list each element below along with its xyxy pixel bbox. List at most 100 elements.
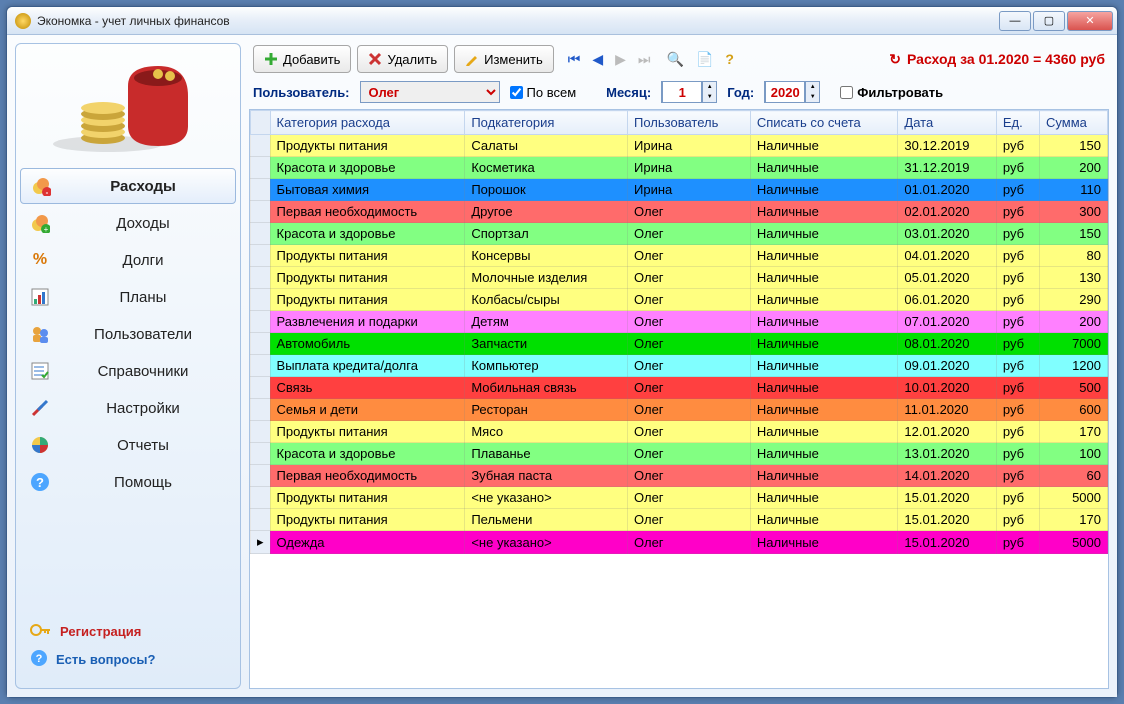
column-header[interactable]: Ед. xyxy=(996,111,1039,135)
cell[interactable]: руб xyxy=(996,179,1039,201)
cell[interactable]: 30.12.2019 xyxy=(898,135,997,157)
cell[interactable]: 10.01.2020 xyxy=(898,377,997,399)
filter-checkbox-input[interactable] xyxy=(840,86,853,99)
cell[interactable]: Наличные xyxy=(750,245,898,267)
cell[interactable]: Колбасы/сыры xyxy=(465,289,628,311)
cell[interactable]: Ресторан xyxy=(465,399,628,421)
filter-checkbox[interactable]: Фильтровать xyxy=(840,85,943,100)
cell[interactable]: Олег xyxy=(628,487,751,509)
year-spinner[interactable]: ▲▼ xyxy=(764,81,820,103)
cell[interactable]: Наличные xyxy=(750,355,898,377)
cell[interactable]: Олег xyxy=(628,311,751,333)
nav-income[interactable]: + Доходы xyxy=(20,205,236,241)
cell[interactable]: Детям xyxy=(465,311,628,333)
cell[interactable]: руб xyxy=(996,267,1039,289)
cell[interactable]: 5000 xyxy=(1040,531,1108,554)
cell[interactable]: Наличные xyxy=(750,223,898,245)
cell[interactable]: руб xyxy=(996,157,1039,179)
titlebar[interactable]: Экономка - учет личных финансов — ▢ ✕ xyxy=(7,7,1117,35)
cell[interactable]: 31.12.2019 xyxy=(898,157,997,179)
cell[interactable]: Пельмени xyxy=(465,509,628,531)
cell[interactable]: Другое xyxy=(465,201,628,223)
cell[interactable]: 13.01.2020 xyxy=(898,443,997,465)
minimize-button[interactable]: — xyxy=(999,11,1031,31)
column-header[interactable]: Сумма xyxy=(1040,111,1108,135)
cell[interactable]: Наличные xyxy=(750,157,898,179)
cell[interactable]: Олег xyxy=(628,509,751,531)
cell[interactable]: 14.01.2020 xyxy=(898,465,997,487)
add-button[interactable]: Добавить xyxy=(253,45,351,73)
cell[interactable]: Олег xyxy=(628,421,751,443)
cell[interactable]: Олег xyxy=(628,223,751,245)
cell[interactable]: Компьютер xyxy=(465,355,628,377)
cell[interactable]: руб xyxy=(996,135,1039,157)
last-record-button[interactable]: ⏭ xyxy=(638,51,651,68)
cell[interactable]: 7000 xyxy=(1040,333,1108,355)
cell[interactable]: Олег xyxy=(628,443,751,465)
month-down[interactable]: ▼ xyxy=(702,92,716,102)
cell[interactable]: Олег xyxy=(628,531,751,554)
table-row[interactable]: Первая необходимостьДругоеОлегНаличные02… xyxy=(251,201,1108,223)
cell[interactable]: <не указано> xyxy=(465,487,628,509)
cell[interactable]: Продукты питания xyxy=(270,245,465,267)
cell[interactable]: руб xyxy=(996,443,1039,465)
cell[interactable]: руб xyxy=(996,355,1039,377)
cell[interactable]: 01.01.2020 xyxy=(898,179,997,201)
cell[interactable]: Развлечения и подарки xyxy=(270,311,465,333)
next-record-button[interactable]: ▶ xyxy=(615,51,626,68)
cell[interactable]: Олег xyxy=(628,377,751,399)
table-row[interactable]: Продукты питания<не указано>ОлегНаличные… xyxy=(251,487,1108,509)
refresh-icon[interactable]: ↻ xyxy=(889,51,901,68)
cell[interactable]: Мясо xyxy=(465,421,628,443)
cell[interactable]: Наличные xyxy=(750,201,898,223)
cell[interactable]: Красота и здоровье xyxy=(270,443,465,465)
cell[interactable]: 05.01.2020 xyxy=(898,267,997,289)
column-header[interactable]: Списать со счета xyxy=(750,111,898,135)
cell[interactable]: Наличные xyxy=(750,399,898,421)
cell[interactable]: Автомобиль xyxy=(270,333,465,355)
nav-debts[interactable]: % Долги xyxy=(20,242,236,278)
cell[interactable]: 500 xyxy=(1040,377,1108,399)
grid-container[interactable]: Категория расходаПодкатегорияПользовател… xyxy=(249,109,1109,689)
cell[interactable]: Спортзал xyxy=(465,223,628,245)
nav-references[interactable]: Справочники xyxy=(20,353,236,389)
cell[interactable]: руб xyxy=(996,223,1039,245)
cell[interactable]: 08.01.2020 xyxy=(898,333,997,355)
all-checkbox-input[interactable] xyxy=(510,86,523,99)
cell[interactable]: Продукты питания xyxy=(270,421,465,443)
cell[interactable]: Красота и здоровье xyxy=(270,157,465,179)
cell[interactable]: Молочные изделия xyxy=(465,267,628,289)
cell[interactable]: 03.01.2020 xyxy=(898,223,997,245)
nav-users[interactable]: Пользователи xyxy=(20,316,236,352)
cell[interactable]: руб xyxy=(996,509,1039,531)
cell[interactable]: 290 xyxy=(1040,289,1108,311)
table-row[interactable]: Продукты питанияКолбасы/сырыОлегНаличные… xyxy=(251,289,1108,311)
cell[interactable]: 07.01.2020 xyxy=(898,311,997,333)
cell[interactable]: Наличные xyxy=(750,377,898,399)
cell[interactable]: руб xyxy=(996,465,1039,487)
cell[interactable]: Наличные xyxy=(750,289,898,311)
cell[interactable]: Ирина xyxy=(628,179,751,201)
cell[interactable]: 15.01.2020 xyxy=(898,531,997,554)
cell[interactable]: 200 xyxy=(1040,157,1108,179)
cell[interactable]: руб xyxy=(996,311,1039,333)
table-row[interactable]: Бытовая химияПорошокИринаНаличные01.01.2… xyxy=(251,179,1108,201)
cell[interactable]: Косметика xyxy=(465,157,628,179)
table-row[interactable]: Красота и здоровьеСпортзалОлегНаличные03… xyxy=(251,223,1108,245)
cell[interactable]: Связь xyxy=(270,377,465,399)
cell[interactable]: Наличные xyxy=(750,135,898,157)
table-row[interactable]: Красота и здоровьеКосметикаИринаНаличные… xyxy=(251,157,1108,179)
cell[interactable]: Мобильная связь xyxy=(465,377,628,399)
table-row[interactable]: СвязьМобильная связьОлегНаличные10.01.20… xyxy=(251,377,1108,399)
export-icon[interactable]: 📄 xyxy=(696,51,713,68)
cell[interactable]: Наличные xyxy=(750,333,898,355)
cell[interactable]: Олег xyxy=(628,245,751,267)
cell[interactable]: Олег xyxy=(628,267,751,289)
cell[interactable]: Олег xyxy=(628,289,751,311)
cell[interactable]: Порошок xyxy=(465,179,628,201)
cell[interactable]: <не указано> xyxy=(465,531,628,554)
cell[interactable]: Олег xyxy=(628,333,751,355)
cell[interactable]: Наличные xyxy=(750,179,898,201)
table-row[interactable]: АвтомобильЗапчастиОлегНаличные08.01.2020… xyxy=(251,333,1108,355)
first-record-button[interactable]: ⏮ xyxy=(568,51,581,68)
